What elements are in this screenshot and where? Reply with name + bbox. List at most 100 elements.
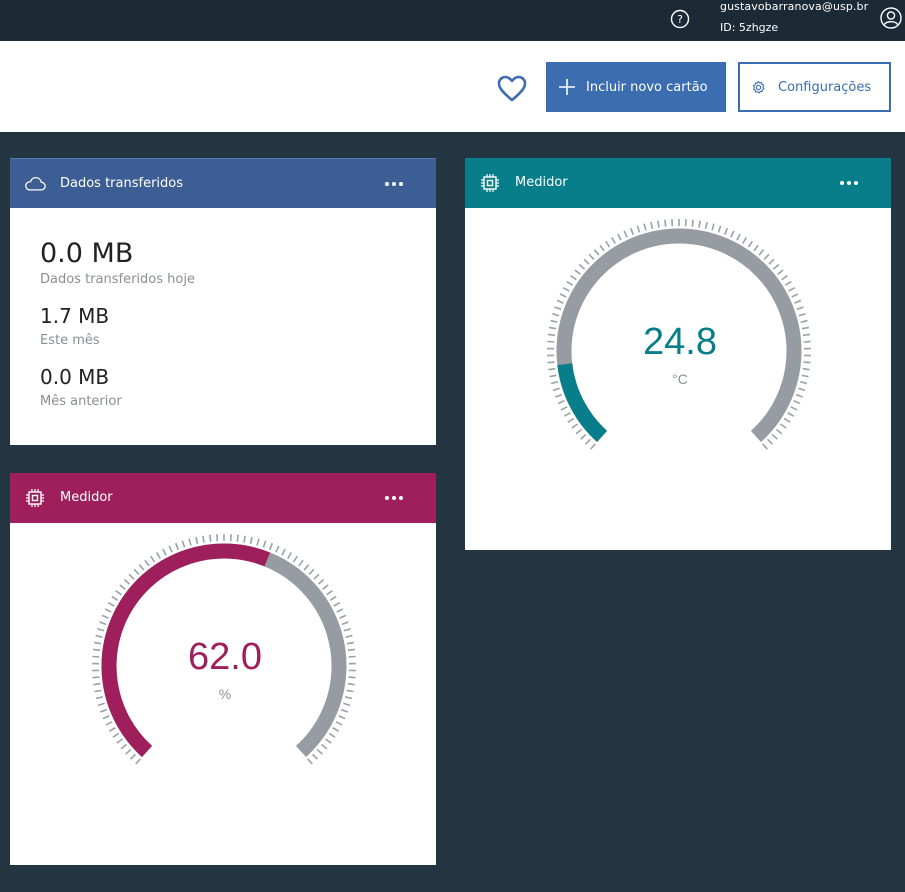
help-icon[interactable]: ? — [669, 8, 691, 30]
gauge-tick — [328, 732, 336, 738]
gauge-tick — [303, 564, 310, 571]
gauge-tick — [343, 627, 351, 632]
month-value: 1.7 MB — [40, 304, 110, 328]
gauge-tick — [162, 548, 167, 556]
gauge-tick — [580, 433, 587, 440]
gauge-tick — [125, 748, 132, 755]
gauge-tick — [341, 621, 349, 626]
gauge-tick — [617, 233, 622, 241]
gauge-tick — [119, 584, 126, 590]
gauge-tick — [105, 721, 113, 726]
gauge-tick — [168, 545, 173, 553]
gauge-tick — [307, 758, 313, 765]
settings-label: Configurações — [778, 79, 872, 95]
gauge-tick — [95, 696, 104, 700]
gauge-tick — [144, 559, 150, 567]
overflow-menu-icon[interactable] — [837, 174, 861, 192]
gauge-tick — [188, 538, 192, 546]
settings-button[interactable]: Configurações — [738, 62, 891, 112]
gauge-tick — [150, 555, 156, 563]
gauge-tick — [552, 387, 560, 392]
gauge-tick — [800, 319, 808, 323]
gauge-tick — [593, 249, 600, 256]
gauge-tick — [730, 230, 735, 238]
gauge-tick — [548, 326, 557, 330]
gauge-tick — [111, 595, 119, 601]
gauge-tick — [791, 293, 799, 298]
gauge-tick — [629, 227, 634, 235]
gauge-tick — [803, 340, 811, 343]
gauge-tick — [758, 249, 765, 256]
gauge-tick — [287, 552, 293, 559]
gauge-tick — [313, 573, 320, 580]
gauge-tick — [583, 258, 590, 265]
gauge-tick — [794, 299, 802, 304]
gauge-tick — [344, 696, 353, 700]
gauge-tick — [793, 400, 801, 405]
gauge-tick — [788, 286, 796, 292]
gauge-tick — [322, 584, 329, 590]
humidity-gauge: 62.0 % — [92, 534, 356, 765]
data-transferred-card: Dados transferidos 0.0 MB Dados transfer… — [10, 158, 436, 445]
gauge-tick — [195, 536, 199, 545]
gauge-tick — [102, 715, 110, 720]
gauge-tick — [605, 240, 611, 248]
gauge-tick — [636, 225, 641, 233]
gauge-tick — [346, 689, 354, 693]
humidity-gauge-card: Medidor 62.0 % — [10, 473, 436, 865]
add-card-button[interactable]: Incluir novo cartão — [546, 62, 726, 112]
gauge-unit: °C — [672, 371, 688, 387]
temperature-gauge-card: Medidor 24.8 °C — [465, 158, 891, 550]
month-label: Este mês — [40, 333, 100, 348]
gauge-tick — [736, 233, 741, 241]
gauge-tick — [623, 230, 628, 238]
gauge-tick — [243, 535, 246, 543]
gauge-tick — [549, 374, 557, 378]
gauge-tick — [333, 601, 341, 607]
gauge-value: 24.8 — [643, 321, 717, 363]
card-header: Medidor — [465, 158, 891, 208]
gauge-tick — [95, 634, 103, 638]
gauge-tick — [135, 758, 141, 765]
today-label: Dados transferidos hoje — [40, 272, 195, 287]
gauge-tick — [547, 333, 556, 337]
gauge-tick — [269, 542, 274, 550]
gauge-tick — [559, 293, 567, 298]
gauge-tick — [339, 614, 347, 619]
gauge-tick — [338, 715, 346, 720]
gauge-tick — [556, 299, 564, 304]
gauge-tick — [664, 219, 667, 227]
chip-icon — [481, 174, 499, 192]
gauge-unit: % — [219, 686, 231, 702]
gauge-tick — [112, 732, 120, 738]
gauge-tick — [578, 263, 586, 270]
gauge-tick — [275, 545, 280, 553]
gauge-tick — [256, 538, 260, 546]
gauge-tick — [798, 387, 806, 392]
gauge-tick — [329, 595, 337, 601]
gauge-tick — [335, 721, 343, 726]
gauge-tick — [599, 244, 605, 252]
gauge-value: 62.0 — [188, 636, 262, 678]
gauge-tick — [771, 433, 778, 440]
previous-month-label: Mês anterior — [40, 394, 122, 409]
overflow-menu-icon[interactable] — [382, 489, 406, 507]
gauge-tick — [795, 393, 804, 398]
gauge-tick — [557, 400, 565, 405]
overflow-menu-icon[interactable] — [382, 175, 406, 193]
gauge-tick — [610, 237, 616, 244]
gauge-tick — [717, 225, 722, 233]
gauge-tick — [584, 438, 592, 445]
gauge-tick — [724, 227, 729, 235]
heart-icon[interactable] — [497, 75, 527, 103]
gauge-tick — [698, 220, 701, 228]
gauge-tick — [336, 608, 344, 613]
gauge-tick — [775, 428, 783, 435]
gauge-tick — [92, 655, 100, 658]
gauge-tick — [588, 253, 595, 261]
user-avatar-icon[interactable] — [879, 6, 903, 30]
gauge-tick — [567, 417, 575, 423]
card-header: Medidor — [10, 473, 436, 523]
gauge-tick — [560, 406, 568, 411]
gauge-tick — [650, 221, 654, 230]
